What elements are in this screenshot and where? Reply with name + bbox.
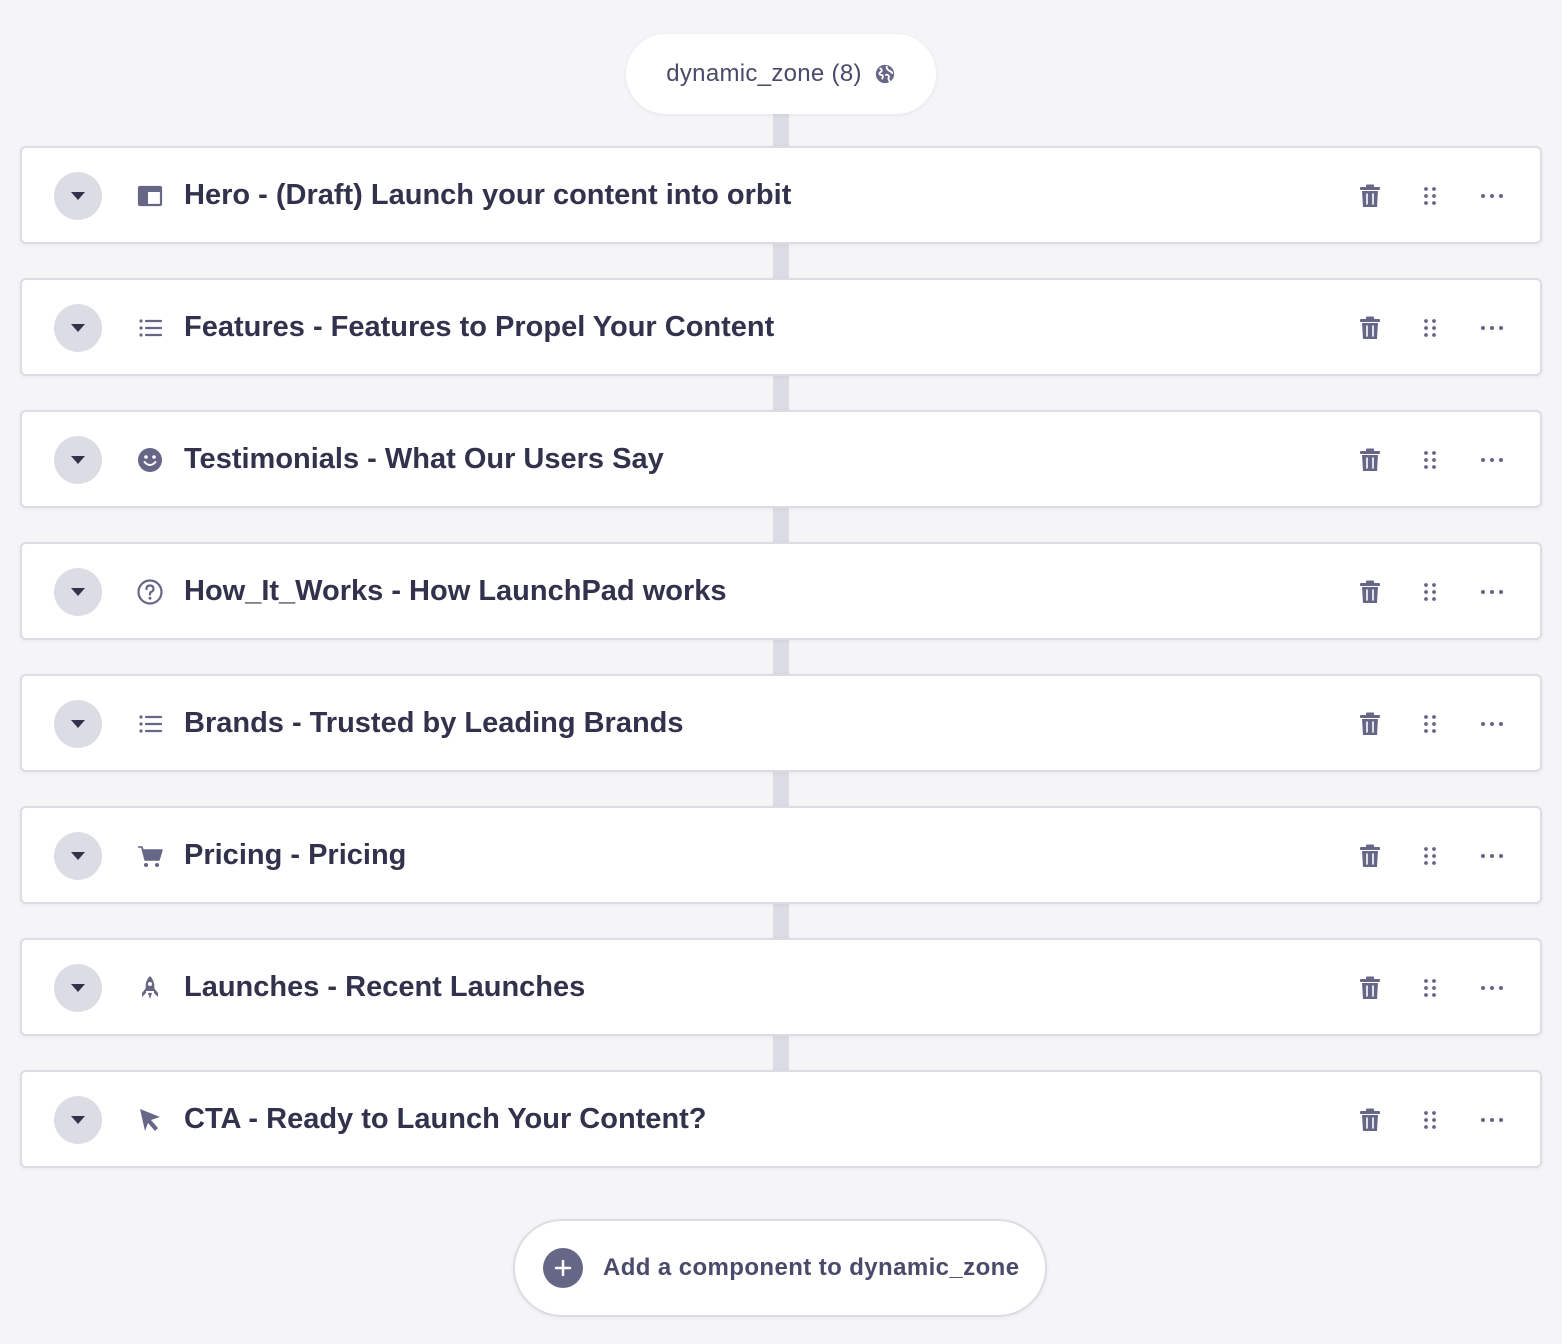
list-icon bbox=[136, 710, 164, 738]
component-row[interactable]: Pricing - Pricing bbox=[20, 806, 1542, 904]
more-icon bbox=[1479, 579, 1505, 605]
drag-handle-button[interactable] bbox=[1413, 1103, 1447, 1137]
component-list: Hero - (Draft) Launch your content into … bbox=[20, 146, 1542, 1202]
rocket-icon bbox=[136, 974, 164, 1002]
caret-down-icon bbox=[69, 1114, 87, 1126]
more-icon bbox=[1479, 315, 1505, 341]
caret-down-icon bbox=[69, 586, 87, 598]
component-row[interactable]: How_It_Works - How LaunchPad works bbox=[20, 542, 1542, 640]
drag-handle-icon bbox=[1417, 183, 1443, 209]
component-row[interactable]: CTA - Ready to Launch Your Content? bbox=[20, 1070, 1542, 1168]
cart-icon bbox=[136, 842, 164, 870]
more-icon bbox=[1479, 975, 1505, 1001]
more-icon bbox=[1479, 447, 1505, 473]
drag-handle-button[interactable] bbox=[1413, 311, 1447, 345]
expand-toggle-button[interactable] bbox=[54, 700, 102, 748]
caret-down-icon bbox=[69, 718, 87, 730]
question-icon bbox=[136, 578, 164, 606]
delete-button[interactable] bbox=[1353, 575, 1387, 609]
more-icon bbox=[1479, 1107, 1505, 1133]
component-title: How_It_Works - How LaunchPad works bbox=[184, 575, 727, 607]
component-row[interactable]: Hero - (Draft) Launch your content into … bbox=[20, 146, 1542, 244]
component-row[interactable]: Launches - Recent Launches bbox=[20, 938, 1542, 1036]
more-icon bbox=[1479, 711, 1505, 737]
trash-icon bbox=[1357, 183, 1383, 209]
delete-button[interactable] bbox=[1353, 707, 1387, 741]
delete-button[interactable] bbox=[1353, 311, 1387, 345]
drag-handle-icon bbox=[1417, 843, 1443, 869]
globe-icon bbox=[874, 63, 896, 85]
add-component-label: Add a component to dynamic_zone bbox=[603, 1254, 1020, 1281]
drag-handle-button[interactable] bbox=[1413, 707, 1447, 741]
caret-down-icon bbox=[69, 982, 87, 994]
list-icon bbox=[136, 314, 164, 342]
component-title: CTA - Ready to Launch Your Content? bbox=[184, 1103, 707, 1135]
trash-icon bbox=[1357, 975, 1383, 1001]
more-actions-button[interactable] bbox=[1475, 179, 1509, 213]
trash-icon bbox=[1357, 711, 1383, 737]
component-title: Launches - Recent Launches bbox=[184, 971, 586, 1003]
trash-icon bbox=[1357, 315, 1383, 341]
drag-handle-icon bbox=[1417, 315, 1443, 341]
drag-handle-button[interactable] bbox=[1413, 971, 1447, 1005]
component-title: Testimonials - What Our Users Say bbox=[184, 443, 664, 475]
trash-icon bbox=[1357, 579, 1383, 605]
drag-handle-icon bbox=[1417, 447, 1443, 473]
more-actions-button[interactable] bbox=[1475, 971, 1509, 1005]
delete-button[interactable] bbox=[1353, 971, 1387, 1005]
cursor-icon bbox=[136, 1106, 164, 1134]
delete-button[interactable] bbox=[1353, 839, 1387, 873]
caret-down-icon bbox=[69, 322, 87, 334]
more-icon bbox=[1479, 843, 1505, 869]
drag-handle-icon bbox=[1417, 1107, 1443, 1133]
more-actions-button[interactable] bbox=[1475, 311, 1509, 345]
drag-handle-icon bbox=[1417, 975, 1443, 1001]
expand-toggle-button[interactable] bbox=[54, 304, 102, 352]
component-title: Features - Features to Propel Your Conte… bbox=[184, 311, 775, 343]
delete-button[interactable] bbox=[1353, 179, 1387, 213]
expand-toggle-button[interactable] bbox=[54, 964, 102, 1012]
more-actions-button[interactable] bbox=[1475, 707, 1509, 741]
component-title: Brands - Trusted by Leading Brands bbox=[184, 707, 684, 739]
drag-handle-button[interactable] bbox=[1413, 575, 1447, 609]
more-actions-button[interactable] bbox=[1475, 575, 1509, 609]
delete-button[interactable] bbox=[1353, 1103, 1387, 1137]
drag-handle-icon bbox=[1417, 711, 1443, 737]
trash-icon bbox=[1357, 843, 1383, 869]
component-title: Hero - (Draft) Launch your content into … bbox=[184, 179, 792, 211]
expand-toggle-button[interactable] bbox=[54, 832, 102, 880]
more-actions-button[interactable] bbox=[1475, 443, 1509, 477]
caret-down-icon bbox=[69, 190, 87, 202]
component-title: Pricing - Pricing bbox=[184, 839, 407, 871]
delete-button[interactable] bbox=[1353, 443, 1387, 477]
more-actions-button[interactable] bbox=[1475, 839, 1509, 873]
layout-icon bbox=[136, 182, 164, 210]
expand-toggle-button[interactable] bbox=[54, 172, 102, 220]
trash-icon bbox=[1357, 1107, 1383, 1133]
drag-handle-button[interactable] bbox=[1413, 839, 1447, 873]
smile-icon bbox=[136, 446, 164, 474]
component-row[interactable]: Testimonials - What Our Users Say bbox=[20, 410, 1542, 508]
expand-toggle-button[interactable] bbox=[54, 436, 102, 484]
dynamic-zone-header: dynamic_zone (8) bbox=[626, 34, 936, 114]
component-row[interactable]: Brands - Trusted by Leading Brands bbox=[20, 674, 1542, 772]
expand-toggle-button[interactable] bbox=[54, 1096, 102, 1144]
drag-handle-button[interactable] bbox=[1413, 443, 1447, 477]
expand-toggle-button[interactable] bbox=[54, 568, 102, 616]
component-row[interactable]: Features - Features to Propel Your Conte… bbox=[20, 278, 1542, 376]
caret-down-icon bbox=[69, 454, 87, 466]
caret-down-icon bbox=[69, 850, 87, 862]
add-component-button[interactable]: Add a component to dynamic_zone bbox=[513, 1219, 1047, 1317]
plus-icon bbox=[543, 1248, 583, 1288]
more-actions-button[interactable] bbox=[1475, 1103, 1509, 1137]
drag-handle-icon bbox=[1417, 579, 1443, 605]
trash-icon bbox=[1357, 447, 1383, 473]
drag-handle-button[interactable] bbox=[1413, 179, 1447, 213]
dynamic-zone-label: dynamic_zone (8) bbox=[666, 60, 862, 87]
more-icon bbox=[1479, 183, 1505, 209]
